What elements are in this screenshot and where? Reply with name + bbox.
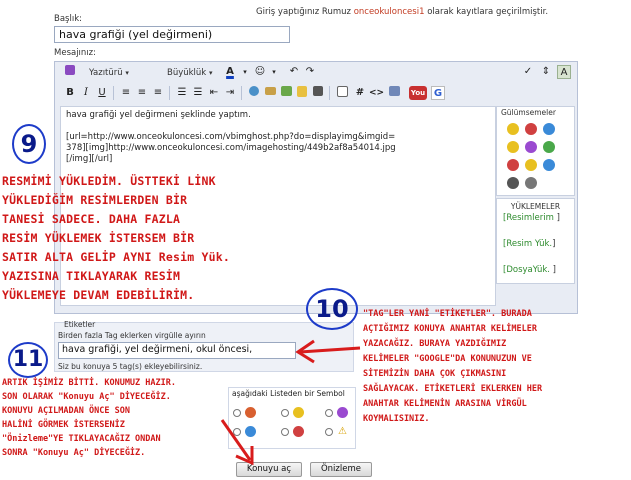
arrow-to-submit-icon [220,419,254,466]
annotation-arrows [220,339,361,466]
arrow-to-tags-icon [295,339,361,364]
